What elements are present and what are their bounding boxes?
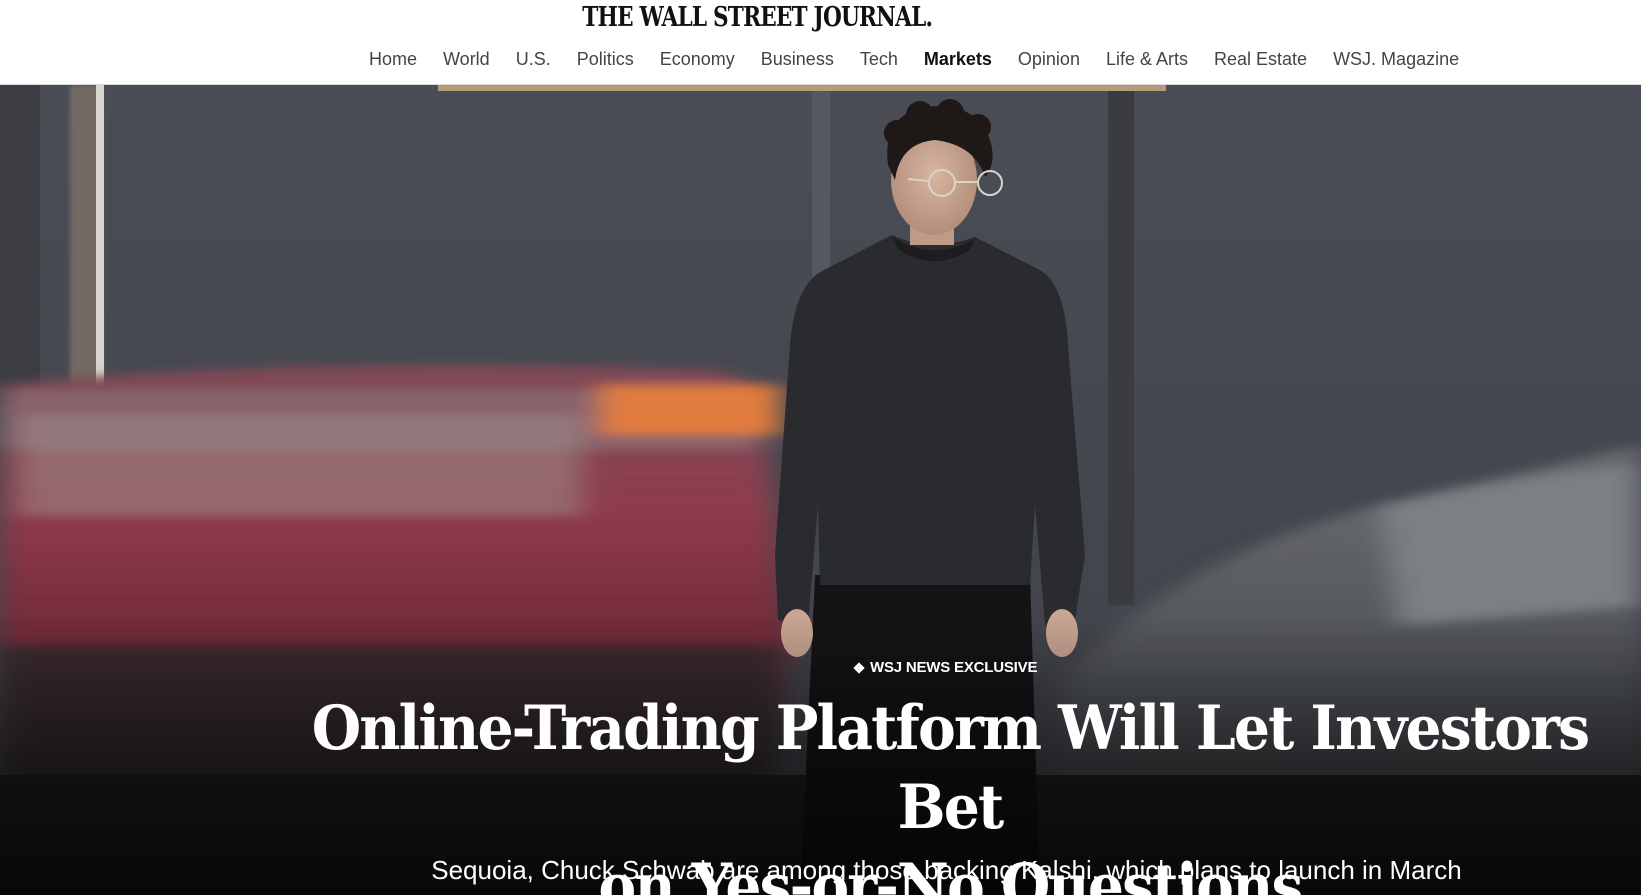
wall-top-trim bbox=[438, 85, 1166, 91]
nav-item-real-estate[interactable]: Real Estate bbox=[1201, 46, 1320, 72]
hero-section[interactable]: WSJ NEWS EXCLUSIVE Online-Trading Platfo… bbox=[0, 85, 1641, 895]
masthead-logo[interactable]: THE WALL STREET JOURNAL. bbox=[0, 2, 1514, 33]
article-kicker[interactable]: WSJ NEWS EXCLUSIVE bbox=[853, 659, 1038, 676]
section-nav: Home World U.S. Politics Economy Busines… bbox=[356, 46, 1472, 72]
headline-line-1: Online-Trading Platform Will Let Investo… bbox=[311, 693, 1590, 843]
nav-item-wsj-magazine[interactable]: WSJ. Magazine bbox=[1320, 46, 1472, 72]
nav-item-home[interactable]: Home bbox=[356, 46, 430, 72]
nav-item-economy[interactable]: Economy bbox=[647, 46, 748, 72]
site-header: THE WALL STREET JOURNAL. Home World U.S.… bbox=[0, 0, 1641, 85]
nav-item-world[interactable]: World bbox=[430, 46, 503, 72]
nav-item-life-arts[interactable]: Life & Arts bbox=[1093, 46, 1201, 72]
nav-item-politics[interactable]: Politics bbox=[564, 46, 647, 72]
wall-seam-right bbox=[1108, 85, 1134, 605]
kicker-label: WSJ NEWS EXCLUSIVE bbox=[870, 659, 1038, 676]
diamond-icon bbox=[853, 661, 865, 674]
nav-item-business[interactable]: Business bbox=[748, 46, 847, 72]
nav-item-tech[interactable]: Tech bbox=[847, 46, 911, 72]
nav-item-opinion[interactable]: Opinion bbox=[1005, 46, 1093, 72]
nav-item-markets[interactable]: Markets bbox=[911, 46, 1005, 72]
article-dek[interactable]: Sequoia, Chuck Schwab are among those ba… bbox=[0, 855, 1641, 886]
nav-item-us[interactable]: U.S. bbox=[503, 46, 564, 72]
